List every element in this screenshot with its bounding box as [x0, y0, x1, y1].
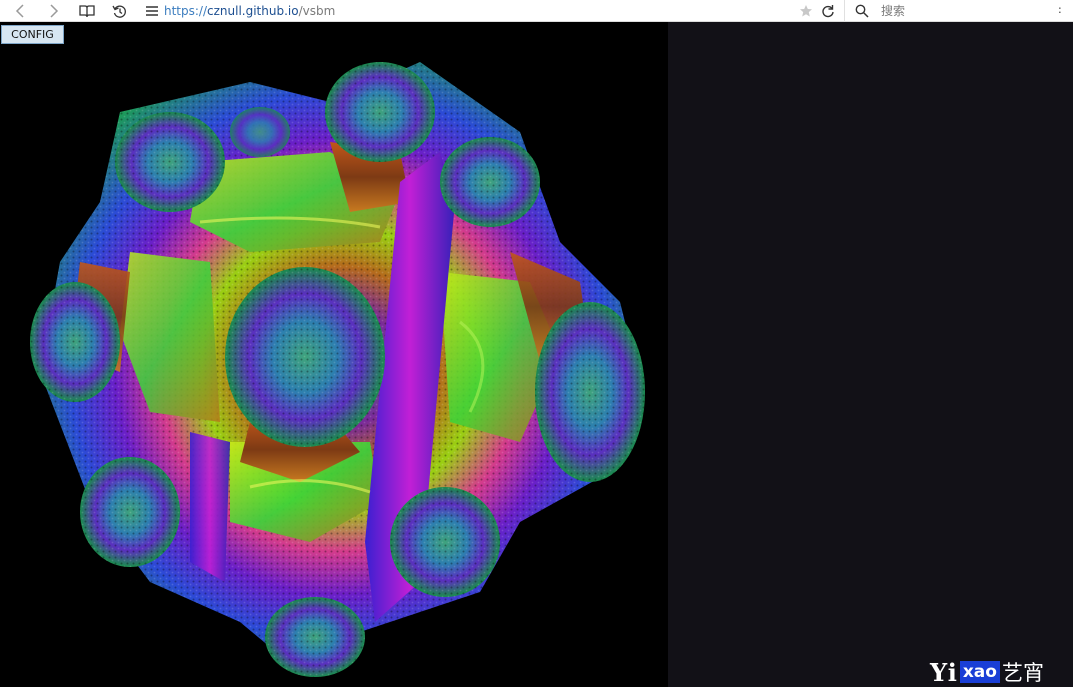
watermark-badge: xao	[959, 661, 1000, 683]
watermark-latin: Yi	[930, 657, 958, 687]
toolbar-separator	[844, 0, 845, 22]
mandelbox-render	[30, 62, 645, 677]
star-icon[interactable]	[798, 3, 814, 19]
url-protocol: https://	[164, 4, 208, 18]
side-panel	[668, 22, 1073, 687]
watermark-logo: Yi xao 艺宵	[930, 657, 1044, 687]
reader-icon[interactable]	[79, 3, 95, 19]
back-icon[interactable]	[12, 3, 28, 19]
browser-toolbar: https://cznull.github.io/vsbm 搜索 :	[0, 0, 1073, 22]
watermark-cn: 艺宵	[1001, 661, 1044, 685]
history-icon[interactable]	[111, 3, 127, 19]
url-path: /vsbm	[298, 4, 336, 18]
toolbar-overflow[interactable]: :	[1058, 3, 1062, 16]
config-button[interactable]: CONFIG	[1, 25, 64, 44]
forward-icon[interactable]	[46, 3, 62, 19]
address-bar[interactable]: https://cznull.github.io/vsbm	[164, 3, 335, 19]
search-icon[interactable]	[854, 3, 870, 19]
url-host: cznull.github.io	[207, 4, 299, 18]
reload-icon[interactable]	[820, 3, 836, 19]
menu-icon[interactable]	[144, 3, 160, 19]
fractal-viewport[interactable]	[0, 22, 668, 687]
search-input[interactable]: 搜索	[881, 3, 905, 19]
